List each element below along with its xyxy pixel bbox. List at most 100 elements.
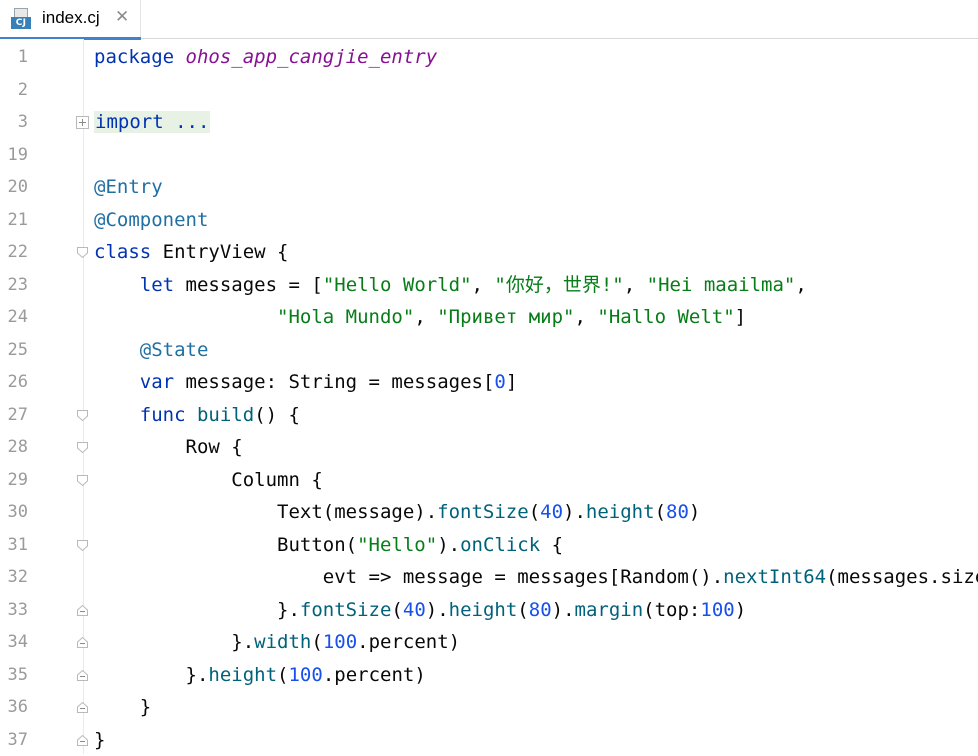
token: height [208, 664, 277, 686]
line-number: 20 [0, 171, 28, 204]
line-number: 27 [0, 399, 28, 432]
fold-open-icon[interactable] [76, 474, 89, 487]
token: ( [517, 599, 528, 621]
token: package [94, 46, 174, 68]
code-line-23: let messages = ["Hello World", "你好，世界!",… [94, 269, 807, 302]
token: ). [437, 534, 460, 556]
fold-close-icon[interactable] [76, 701, 89, 714]
line-number: 32 [0, 561, 28, 594]
token: ). [563, 501, 586, 523]
token: "Hello World" [323, 274, 472, 296]
line-number: 26 [0, 366, 28, 399]
line-number: 23 [0, 269, 28, 302]
token: (top: [643, 599, 700, 621]
close-icon[interactable]: ✕ [115, 7, 129, 27]
token: ). [552, 599, 575, 621]
fold-close-icon[interactable] [76, 669, 89, 682]
fold-close-icon[interactable] [76, 636, 89, 649]
token: var [140, 371, 174, 393]
tab-filename: index.cj [42, 8, 100, 28]
token: "Hei maailma" [647, 274, 796, 296]
token: , [414, 306, 437, 328]
token: height [586, 501, 655, 523]
line-number: 25 [0, 334, 28, 367]
token: "你好，世界!" [494, 274, 623, 296]
token [94, 404, 140, 426]
token: onClick [460, 534, 540, 556]
code-line-32: evt => message = messages[Random().nextI… [94, 561, 978, 594]
token: ( [655, 501, 666, 523]
token: Text(message). [94, 501, 437, 523]
token: ) [735, 599, 746, 621]
token: .percent) [357, 631, 460, 653]
token: 100 [288, 664, 322, 686]
code-line-20: @Entry [94, 171, 163, 204]
token: , [574, 306, 597, 328]
token: message: String = messages[ [174, 371, 494, 393]
token: 0 [494, 371, 505, 393]
code-line-26: var message: String = messages[0] [94, 366, 517, 399]
token: "Hola Mundo" [277, 306, 414, 328]
token: "Hello" [357, 534, 437, 556]
fold-close-icon[interactable] [76, 734, 89, 747]
line-number: 19 [0, 139, 28, 172]
token: , [624, 274, 647, 296]
fold-expand-icon[interactable] [76, 116, 89, 129]
token: () { [254, 404, 300, 426]
code-line-3: import ... [94, 106, 210, 139]
token [94, 339, 140, 361]
token: .percent) [323, 664, 426, 686]
token: 80 [529, 599, 552, 621]
line-number: 29 [0, 464, 28, 497]
token: func [140, 404, 186, 426]
token: @Entry [94, 176, 163, 198]
fold-open-icon[interactable] [76, 441, 89, 454]
token: ). [426, 599, 449, 621]
token: ] [735, 306, 746, 328]
fold-close-icon[interactable] [76, 604, 89, 617]
token: nextInt64 [723, 566, 826, 588]
token [94, 371, 140, 393]
token: margin [575, 599, 644, 621]
line-number-gutter: 1 2 3 19 20 21 22 23 24 25 26 27 28 29 3… [0, 39, 84, 754]
code-line-37: } [94, 724, 105, 756]
line-number: 1 [0, 41, 28, 74]
code-line-31: Button("Hello").onClick { [94, 529, 563, 562]
line-number: 37 [0, 724, 28, 756]
line-number: 2 [0, 74, 28, 107]
code-line-34: }.width(100.percent) [94, 626, 460, 659]
code-line-30: Text(message).fontSize(40).height(80) [94, 496, 700, 529]
fold-open-icon[interactable] [76, 409, 89, 422]
code-line-27: func build() { [94, 399, 300, 432]
token: evt => message = messages[Random(). [94, 566, 723, 588]
cangjie-file-icon: CJ [11, 8, 32, 30]
token [94, 306, 277, 328]
token: Column { [94, 469, 323, 491]
line-number: 30 [0, 496, 28, 529]
token: @State [140, 339, 209, 361]
fold-open-icon[interactable] [76, 246, 89, 259]
tab-index-cj[interactable]: CJ index.cj ✕ [0, 0, 141, 39]
folded-import-region[interactable]: import ... [94, 111, 210, 133]
token: , [472, 274, 495, 296]
token: width [254, 631, 311, 653]
token: Button( [94, 534, 357, 556]
line-number: 22 [0, 236, 28, 269]
token: ( [311, 631, 322, 653]
line-number: 3 [0, 106, 28, 139]
token: fontSize [437, 501, 529, 523]
file-type-badge: CJ [11, 17, 31, 29]
code-line-21: @Component [94, 204, 208, 237]
code-line-28: Row { [94, 431, 243, 464]
token: ( [391, 599, 402, 621]
token: ( [529, 501, 540, 523]
token: let [140, 274, 174, 296]
token: }. [94, 664, 208, 686]
line-number: 28 [0, 431, 28, 464]
line-number: 24 [0, 301, 28, 334]
code-editor[interactable]: 1 2 3 19 20 21 22 23 24 25 26 27 28 29 3… [0, 39, 978, 754]
token: "Привет мир" [437, 306, 574, 328]
code-line-25: @State [94, 334, 208, 367]
fold-open-icon[interactable] [76, 539, 89, 552]
line-number: 36 [0, 691, 28, 724]
